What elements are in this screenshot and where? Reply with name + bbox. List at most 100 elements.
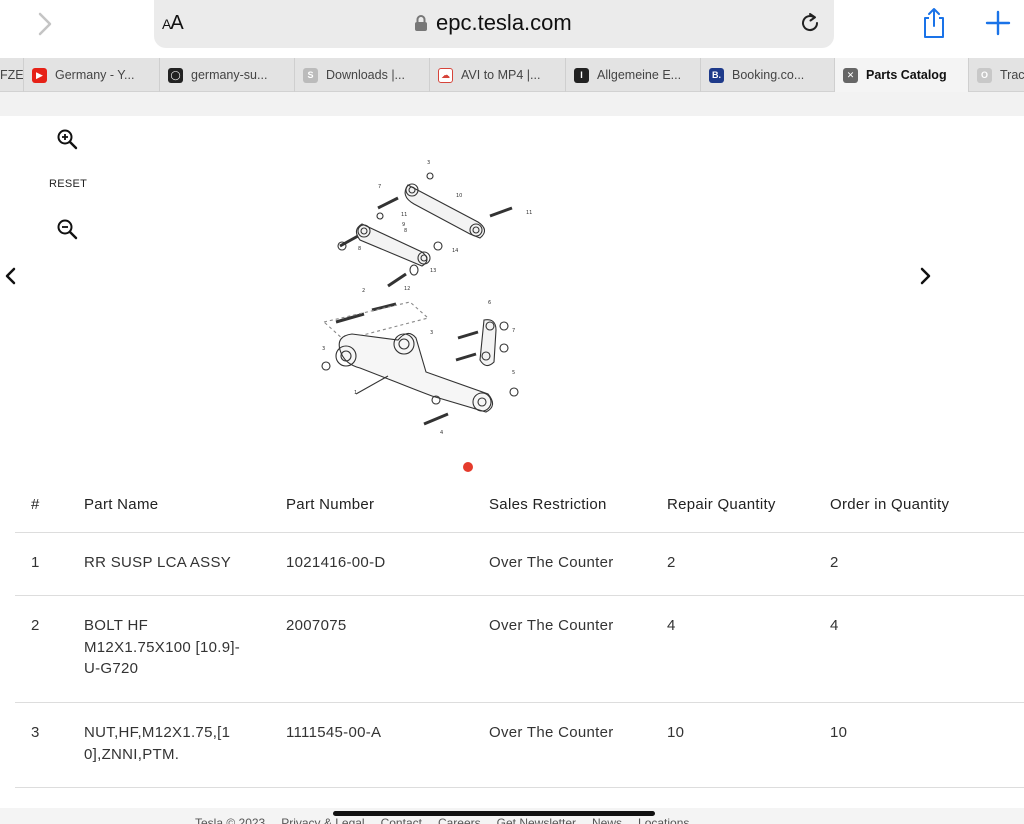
footer-link-locations[interactable]: Locations — [638, 816, 689, 824]
share-icon[interactable] — [920, 6, 948, 40]
column-header-order-quantity: Order in Quantity — [830, 496, 950, 513]
home-indicator[interactable] — [333, 811, 655, 816]
part-number: 1111545-00-A — [286, 724, 382, 741]
order-quantity: 10 — [830, 724, 848, 741]
url-display[interactable]: epc.tesla.com — [414, 10, 572, 36]
repair-quantity: 4 — [667, 617, 676, 634]
svg-text:1: 1 — [354, 390, 357, 396]
tab-title: Trac — [1000, 68, 1024, 82]
svg-text:5: 5 — [512, 370, 515, 376]
youtube-icon: ▶ — [32, 67, 47, 83]
tab-title: Germany - Y... — [55, 68, 135, 82]
tab-title: FZE — [0, 68, 24, 82]
footer-link-newsletter[interactable]: Get Newsletter — [497, 816, 576, 824]
svg-text:11: 11 — [401, 212, 407, 218]
footer-link-contact[interactable]: Contact — [381, 816, 422, 824]
repair-quantity: 10 — [667, 724, 685, 741]
exploded-parts-diagram[interactable]: 31011 7119 88 14 13122 673 351 4 — [300, 150, 560, 450]
svg-text:14: 14 — [452, 248, 458, 254]
reload-icon[interactable] — [798, 11, 822, 35]
new-tab-plus-icon[interactable] — [984, 8, 1012, 38]
row-number: 1 — [31, 554, 40, 571]
next-image-icon[interactable] — [918, 267, 932, 285]
svg-text:4: 4 — [440, 430, 443, 436]
tab-title: Parts Catalog — [866, 68, 947, 82]
tab-parts-catalog[interactable]: ✕ Parts Catalog — [835, 58, 969, 92]
tab-title: AVI to MP4 |... — [461, 68, 541, 82]
svg-text:7: 7 — [378, 184, 381, 190]
booking-icon: B. — [709, 67, 724, 83]
table-row[interactable]: 1 RR SUSP LCA ASSY 1021416-00-D Over The… — [15, 533, 1024, 596]
svg-text:3: 3 — [430, 330, 433, 336]
tab-1[interactable]: ▶ Germany - Y... — [24, 58, 160, 92]
table-header-row: # Part Name Part Number Sales Restrictio… — [15, 482, 1024, 533]
order-quantity: 4 — [830, 617, 839, 634]
svg-text:13: 13 — [430, 268, 436, 274]
part-name: BOLT HF M12X1.75X100 [10.9]-U-G720 — [84, 617, 241, 677]
tab-3[interactable]: S Downloads |... — [295, 58, 430, 92]
previous-image-icon[interactable] — [4, 267, 18, 285]
svg-text:12: 12 — [404, 286, 410, 292]
table-row[interactable]: 2 BOLT HF M12X1.75X100 [10.9]-U-G720 200… — [15, 596, 1024, 703]
table-row[interactable]: 3 NUT,HF,M12X1.75,[10],ZNNI,PTM. 1111545… — [15, 703, 1024, 788]
tab-5[interactable]: I Allgemeine E... — [566, 58, 701, 92]
repair-quantity: 2 — [667, 554, 676, 571]
forward-chevron-icon[interactable] — [30, 10, 58, 38]
svg-text:8: 8 — [404, 228, 407, 234]
tab-bar: FZE ▶ Germany - Y... ◯ germany-su... S D… — [0, 58, 1024, 92]
tab-separator-strip — [0, 92, 1024, 116]
footer-link-careers[interactable]: Careers — [438, 816, 481, 824]
chat-icon: ◯ — [168, 67, 183, 83]
svg-text:11: 11 — [526, 210, 532, 216]
tab-title: Booking.co... — [732, 68, 805, 82]
url-text: epc.tesla.com — [436, 10, 572, 35]
footer-link-privacy[interactable]: Privacy & Legal — [281, 816, 364, 824]
order-quantity: 2 — [830, 554, 839, 571]
footer-copyright: Tesla © 2023 — [195, 816, 266, 824]
svg-text:10: 10 — [456, 193, 462, 199]
lock-icon — [415, 15, 427, 31]
tab-title: germany-su... — [191, 68, 268, 82]
tab-8[interactable]: O Trac — [969, 58, 1024, 92]
tab-4[interactable]: ☁ AVI to MP4 |... — [430, 58, 566, 92]
tab-title: Downloads |... — [326, 68, 405, 82]
sales-restriction: Over The Counter — [489, 554, 614, 571]
row-number: 2 — [31, 617, 40, 634]
column-header-sales-restriction: Sales Restriction — [489, 496, 607, 513]
part-name: RR SUSP LCA ASSY — [84, 554, 232, 571]
tab-2[interactable]: ◯ germany-su... — [160, 58, 295, 92]
svg-text:8: 8 — [358, 246, 361, 252]
s-icon: S — [303, 67, 318, 83]
tab-title: Allgemeine E... — [597, 68, 682, 82]
svg-text:3: 3 — [427, 160, 430, 166]
zoom-out-icon[interactable] — [56, 218, 78, 240]
column-header-repair-quantity: Repair Quantity — [667, 496, 776, 513]
row-number: 3 — [31, 724, 40, 741]
carousel-indicator-dot[interactable] — [463, 462, 473, 472]
sales-restriction: Over The Counter — [489, 724, 614, 741]
svg-text:2: 2 — [362, 288, 365, 294]
tab-6[interactable]: B. Booking.co... — [701, 58, 835, 92]
svg-text:3: 3 — [322, 346, 325, 352]
part-name: NUT,HF,M12X1.75,[10],ZNNI,PTM. — [84, 724, 231, 763]
part-number: 2007075 — [286, 617, 347, 634]
reader-text-size-button[interactable]: AA — [162, 12, 184, 35]
i-icon: I — [574, 67, 589, 83]
column-header-number: # — [31, 496, 40, 513]
column-header-part-name: Part Name — [84, 496, 159, 513]
o-icon: O — [977, 67, 992, 83]
svg-text:7: 7 — [512, 328, 515, 334]
tab-0[interactable]: FZE — [0, 58, 24, 92]
close-icon[interactable]: ✕ — [843, 67, 858, 83]
sales-restriction: Over The Counter — [489, 617, 614, 634]
zoom-in-icon[interactable] — [56, 128, 78, 150]
browser-toolbar: AA epc.tesla.com — [0, 0, 1024, 58]
address-bar[interactable]: AA epc.tesla.com — [154, 0, 834, 48]
cloud-icon: ☁ — [438, 67, 453, 83]
parts-table: # Part Name Part Number Sales Restrictio… — [15, 482, 1024, 788]
column-header-part-number: Part Number — [286, 496, 375, 513]
reset-button[interactable]: RESET — [49, 178, 87, 190]
footer-link-news[interactable]: News — [592, 816, 622, 824]
part-number: 1021416-00-D — [286, 554, 386, 571]
svg-text:6: 6 — [488, 300, 491, 306]
